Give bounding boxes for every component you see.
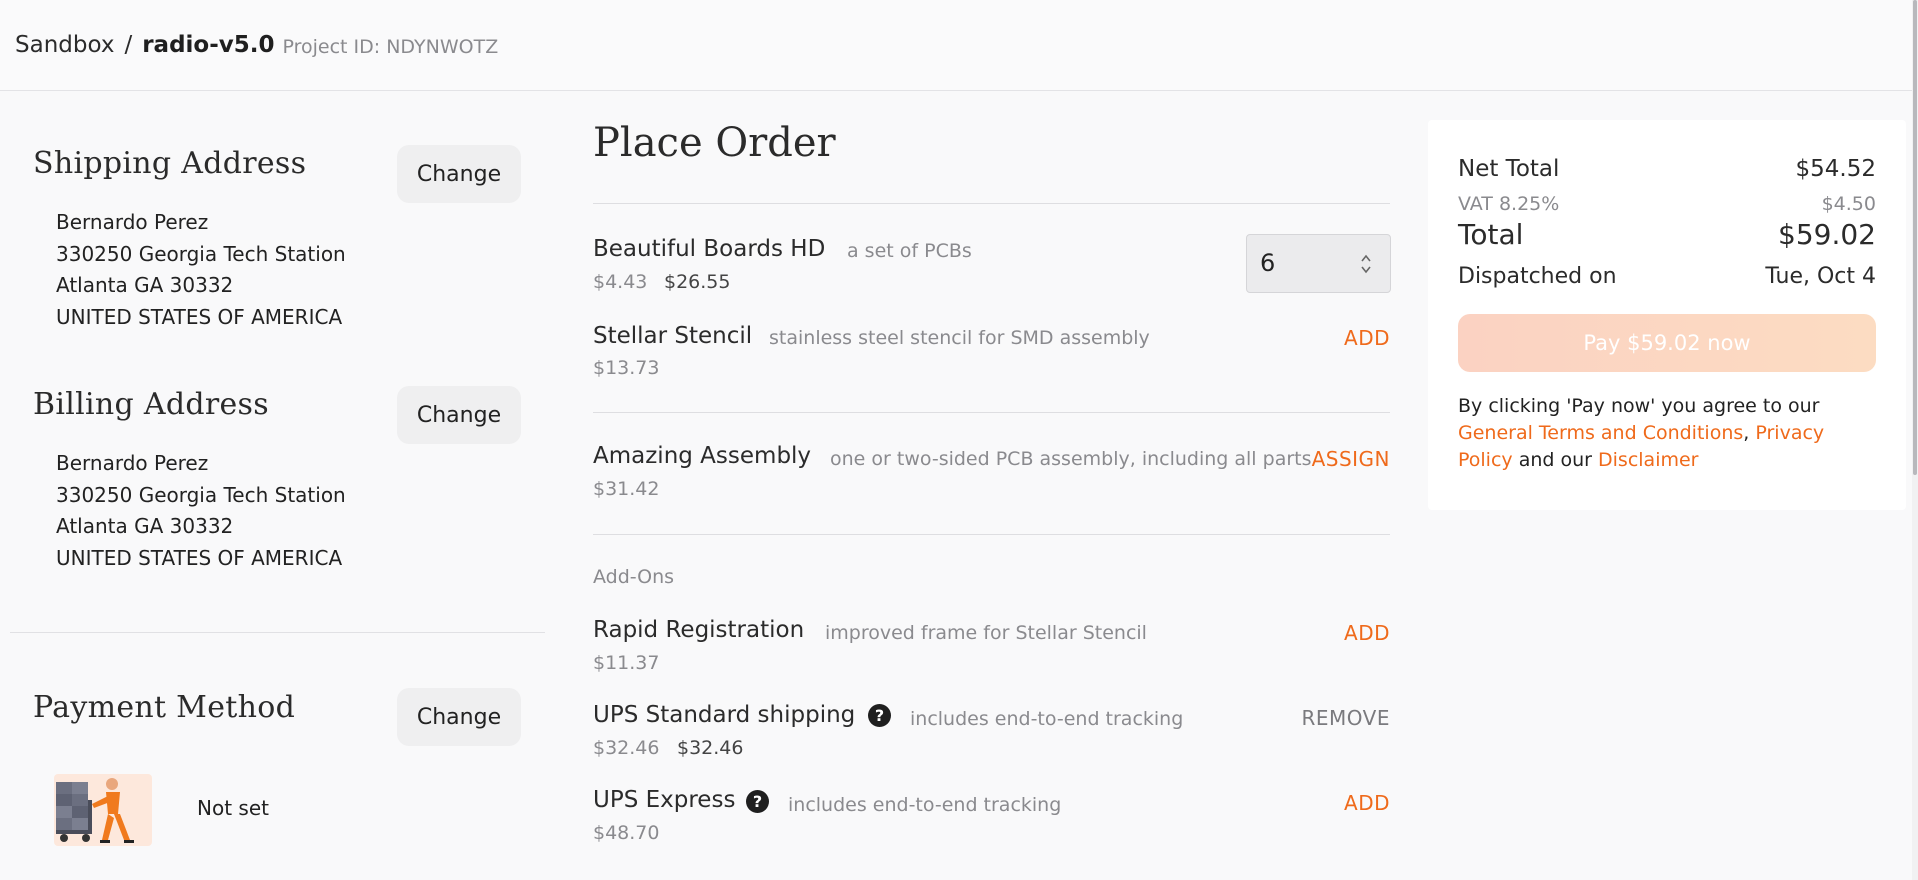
stencil-add-button[interactable]: ADD xyxy=(1344,326,1390,350)
ups-standard-selected-price: $32.46 xyxy=(677,737,744,759)
billing-city: Atlanta GA 30332 xyxy=(56,514,234,538)
dispatch-label: Dispatched on xyxy=(1458,264,1617,289)
vat-label: VAT 8.25% xyxy=(1458,193,1560,215)
scrollbar-thumb[interactable] xyxy=(1913,0,1917,475)
assembly-assign-button[interactable]: ASSIGN xyxy=(1312,447,1390,471)
terms-prefix: By clicking 'Pay now' you agree to our xyxy=(1458,395,1820,417)
billing-address-block: Bernardo Perez 330250 Georgia Tech Stati… xyxy=(56,448,346,574)
shipping-city: Atlanta GA 30332 xyxy=(56,273,234,297)
worker-with-cart-illustration xyxy=(54,774,152,846)
billing-country: UNITED STATES OF AMERICA xyxy=(56,545,343,570)
breadcrumb-separator: / xyxy=(124,32,133,58)
ups-express-name: UPS Express xyxy=(593,787,736,813)
boards-unit-price: $4.43 xyxy=(593,271,648,293)
shipping-address-block: Bernardo Perez 330250 Georgia Tech Stati… xyxy=(56,207,346,333)
ups-express-desc: includes end-to-end tracking xyxy=(788,794,1062,816)
payment-status: Not set xyxy=(197,796,269,820)
net-total-value: $54.52 xyxy=(1795,156,1876,182)
terms-text: By clicking 'Pay now' you agree to our G… xyxy=(1458,393,1878,474)
rapid-add-button[interactable]: ADD xyxy=(1344,621,1390,645)
terms-comma: , xyxy=(1743,422,1750,444)
page-scrollbar[interactable] xyxy=(1912,0,1918,880)
shipping-address-title: Shipping Address xyxy=(33,146,307,181)
total-row: Total $59.02 xyxy=(1458,218,1876,251)
project-id: Project ID: NDYNWOTZ xyxy=(282,35,499,58)
addons-label: Add-Ons xyxy=(593,566,675,588)
shipping-name: Bernardo Perez xyxy=(56,210,209,234)
net-total-row: Net Total $54.52 xyxy=(1458,156,1876,182)
rapid-desc: improved frame for Stellar Stencil xyxy=(825,622,1147,644)
pay-now-button[interactable]: Pay $59.02 now xyxy=(1458,314,1876,372)
shipping-country: UNITED STATES OF AMERICA xyxy=(56,304,343,329)
left-divider xyxy=(10,632,545,633)
vat-value: $4.50 xyxy=(1821,193,1876,215)
net-total-label: Net Total xyxy=(1458,156,1560,182)
top-bar: Sandbox / radio-v5.0 Project ID: NDYNWOT… xyxy=(0,0,1918,91)
terms-link[interactable]: General Terms and Conditions xyxy=(1458,422,1743,444)
payment-change-button[interactable]: Change xyxy=(397,688,521,746)
payment-method-title: Payment Method xyxy=(33,690,296,725)
boards-total-price: $26.55 xyxy=(664,271,731,293)
rapid-name: Rapid Registration xyxy=(593,617,805,643)
title-divider xyxy=(593,203,1390,204)
billing-street: 330250 Georgia Tech Station xyxy=(56,482,346,507)
ups-express-price: $48.70 xyxy=(593,822,660,844)
stencil-desc: stainless steel stencil for SMD assembly xyxy=(769,327,1150,349)
stepper-arrows-icon[interactable] xyxy=(1360,252,1372,276)
section-divider xyxy=(593,534,1390,535)
stencil-name: Stellar Stencil xyxy=(593,323,753,349)
quantity-value: 6 xyxy=(1260,249,1276,277)
boards-name: Beautiful Boards HD xyxy=(593,236,826,262)
shipping-street: 330250 Georgia Tech Station xyxy=(56,241,346,266)
vat-row: VAT 8.25% $4.50 xyxy=(1458,193,1876,215)
ups-standard-remove-button[interactable]: REMOVE xyxy=(1302,706,1391,730)
order-summary-panel: Net Total $54.52 VAT 8.25% $4.50 Total $… xyxy=(1428,120,1906,510)
quantity-stepper[interactable]: 6 xyxy=(1246,234,1391,293)
stencil-price: $13.73 xyxy=(593,357,660,379)
total-value: $59.02 xyxy=(1778,218,1876,251)
boards-desc: a set of PCBs xyxy=(847,240,972,262)
billing-address-title: Billing Address xyxy=(33,387,269,422)
shipping-change-button[interactable]: Change xyxy=(397,145,521,203)
assembly-name: Amazing Assembly xyxy=(593,443,812,469)
billing-change-button[interactable]: Change xyxy=(397,386,521,444)
dispatch-row: Dispatched on Tue, Oct 4 xyxy=(1458,264,1876,289)
breadcrumb-sandbox[interactable]: Sandbox xyxy=(15,32,114,58)
disclaimer-link[interactable]: Disclaimer xyxy=(1598,449,1698,471)
ups-express-help-icon[interactable]: ? xyxy=(746,790,769,813)
assembly-desc: one or two-sided PCB assembly, including… xyxy=(830,448,1312,470)
assembly-price: $31.42 xyxy=(593,478,660,500)
ups-express-add-button[interactable]: ADD xyxy=(1344,791,1390,815)
rapid-price: $11.37 xyxy=(593,652,660,674)
ups-standard-desc: includes end-to-end tracking xyxy=(910,708,1184,730)
total-label: Total xyxy=(1458,218,1524,251)
page-title: Place Order xyxy=(593,120,836,166)
ups-standard-name: UPS Standard shipping xyxy=(593,702,856,728)
breadcrumb-project[interactable]: radio-v5.0 xyxy=(142,32,274,58)
ups-standard-price: $32.46 xyxy=(593,737,660,759)
dispatch-value: Tue, Oct 4 xyxy=(1765,264,1876,289)
and-our-text: and our xyxy=(1518,449,1592,471)
ups-standard-help-icon[interactable]: ? xyxy=(868,704,891,727)
section-divider xyxy=(593,412,1390,413)
billing-name: Bernardo Perez xyxy=(56,451,209,475)
